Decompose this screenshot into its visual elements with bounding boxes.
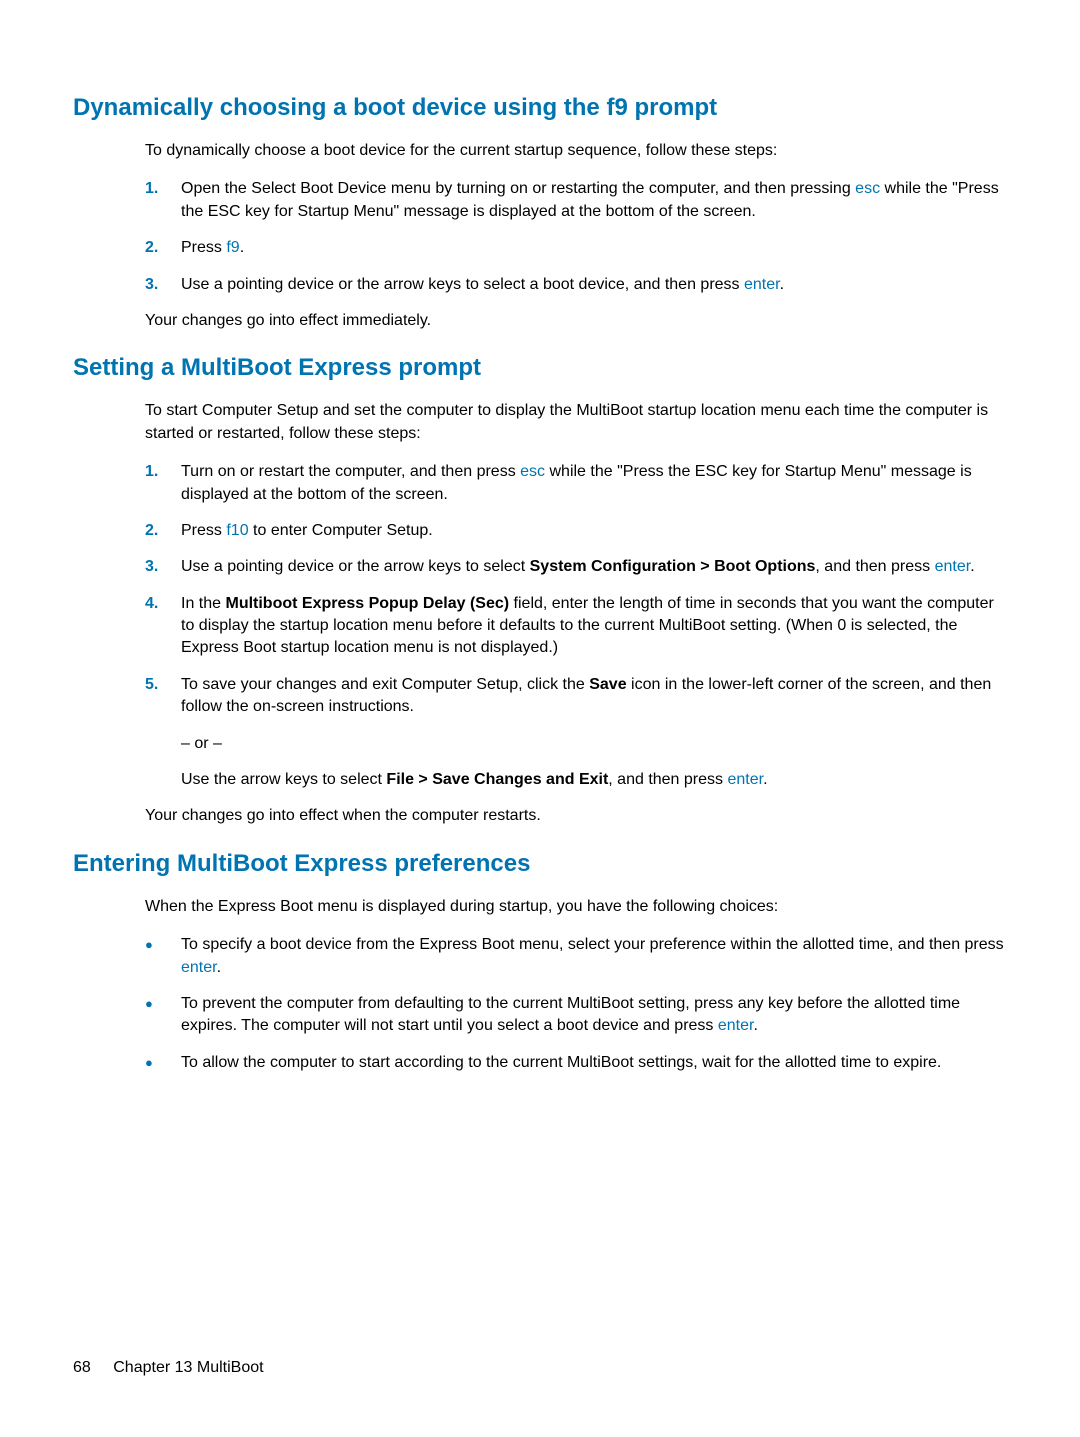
or-line: Use the arrow keys to select File > Save… (181, 769, 1007, 791)
step-text: Open the Select Boot Device menu by turn… (181, 178, 1007, 223)
step-number: 3. (145, 556, 181, 578)
text-run: to enter Computer Setup. (249, 522, 433, 539)
bullet-text: To allow the computer to start according… (181, 1052, 1007, 1074)
step-number: 2. (145, 237, 181, 259)
heading-preferences: Entering MultiBoot Express preferences (73, 850, 1007, 878)
bullet-item: ●To prevent the computer from defaulting… (145, 993, 1007, 1038)
section-multiboot-prompt: Setting a MultiBoot Express prompt To st… (73, 354, 1007, 827)
text-run: To allow the computer to start according… (181, 1054, 941, 1071)
outro-f9: Your changes go into effect immediately. (145, 310, 1007, 332)
step-item: 1.Turn on or restart the computer, and t… (145, 461, 1007, 506)
step-text: In the Multiboot Express Popup Delay (Se… (181, 593, 1007, 660)
steps-multiboot: 1.Turn on or restart the computer, and t… (145, 461, 1007, 719)
bold-term: Save (589, 676, 626, 693)
key-term: enter (935, 558, 971, 575)
text-run: Open the Select Boot Device menu by turn… (181, 180, 855, 197)
text-run: . (240, 239, 244, 256)
key-term: enter (744, 276, 780, 293)
page-footer: 68 Chapter 13 MultiBoot (73, 1359, 264, 1377)
text-run: Use a pointing device or the arrow keys … (181, 276, 744, 293)
step-item: 2.Press f9. (145, 237, 1007, 259)
bullet-icon: ● (145, 934, 181, 979)
key-term: esc (520, 463, 545, 480)
text-run: . (763, 771, 767, 788)
bullet-icon: ● (145, 993, 181, 1038)
page-number: 68 (73, 1359, 91, 1376)
bold-term: Multiboot Express Popup Delay (Sec) (225, 595, 509, 612)
step-item: 1.Open the Select Boot Device menu by tu… (145, 178, 1007, 223)
bullet-text: To prevent the computer from defaulting … (181, 993, 1007, 1038)
heading-multiboot: Setting a MultiBoot Express prompt (73, 354, 1007, 382)
step-number: 5. (145, 674, 181, 719)
step-item: 3.Use a pointing device or the arrow key… (145, 556, 1007, 578)
step-number: 2. (145, 520, 181, 542)
step-number: 3. (145, 274, 181, 296)
intro-f9: To dynamically choose a boot device for … (145, 140, 1007, 162)
step-number: 1. (145, 178, 181, 223)
bold-term: File > Save Changes and Exit (386, 771, 608, 788)
key-term: enter (181, 959, 217, 976)
chapter-title: Chapter 13 MultiBoot (113, 1359, 263, 1376)
step-item: 4.In the Multiboot Express Popup Delay (… (145, 593, 1007, 660)
step-item: 5.To save your changes and exit Computer… (145, 674, 1007, 719)
key-term: enter (718, 1017, 754, 1034)
steps-f9: 1.Open the Select Boot Device menu by tu… (145, 178, 1007, 296)
text-run: To specify a boot device from the Expres… (181, 936, 1004, 953)
key-term: f10 (226, 522, 248, 539)
text-run: Use a pointing device or the arrow keys … (181, 558, 530, 575)
section-f9-prompt: Dynamically choosing a boot device using… (73, 94, 1007, 332)
text-run: To save your changes and exit Computer S… (181, 676, 589, 693)
step-text: Use a pointing device or the arrow keys … (181, 556, 1007, 578)
text-run: Use the arrow keys to select (181, 771, 386, 788)
text-run: Press (181, 239, 226, 256)
step-number: 1. (145, 461, 181, 506)
text-run: , and then press (815, 558, 934, 575)
text-run: . (970, 558, 974, 575)
step-text: Press f9. (181, 237, 1007, 259)
text-run: . (217, 959, 221, 976)
bold-term: System Configuration > Boot Options (530, 558, 816, 575)
step-text: Turn on or restart the computer, and the… (181, 461, 1007, 506)
intro-preferences: When the Express Boot menu is displayed … (145, 896, 1007, 918)
bullets-preferences: ●To specify a boot device from the Expre… (145, 934, 1007, 1074)
outro-multiboot: Your changes go into effect when the com… (145, 805, 1007, 827)
text-run: In the (181, 595, 225, 612)
intro-multiboot: To start Computer Setup and set the comp… (145, 400, 1007, 445)
key-term: esc (855, 180, 880, 197)
text-run: Turn on or restart the computer, and the… (181, 463, 520, 480)
step-text: To save your changes and exit Computer S… (181, 674, 1007, 719)
text-run: Press (181, 522, 226, 539)
or-text: – or – (181, 733, 1007, 755)
text-run: , and then press (608, 771, 727, 788)
heading-f9: Dynamically choosing a boot device using… (73, 94, 1007, 122)
text-run: . (780, 276, 784, 293)
step-number: 4. (145, 593, 181, 660)
bullet-item: ●To allow the computer to start accordin… (145, 1052, 1007, 1074)
bullet-item: ●To specify a boot device from the Expre… (145, 934, 1007, 979)
step-item: 2.Press f10 to enter Computer Setup. (145, 520, 1007, 542)
bullet-text: To specify a boot device from the Expres… (181, 934, 1007, 979)
key-term: enter (727, 771, 763, 788)
bullet-icon: ● (145, 1052, 181, 1074)
key-term: f9 (226, 239, 239, 256)
text-run: To prevent the computer from defaulting … (181, 995, 960, 1034)
step-text: Press f10 to enter Computer Setup. (181, 520, 1007, 542)
section-preferences: Entering MultiBoot Express preferences W… (73, 850, 1007, 1074)
text-run: . (753, 1017, 757, 1034)
step-text: Use a pointing device or the arrow keys … (181, 274, 1007, 296)
step-item: 3.Use a pointing device or the arrow key… (145, 274, 1007, 296)
